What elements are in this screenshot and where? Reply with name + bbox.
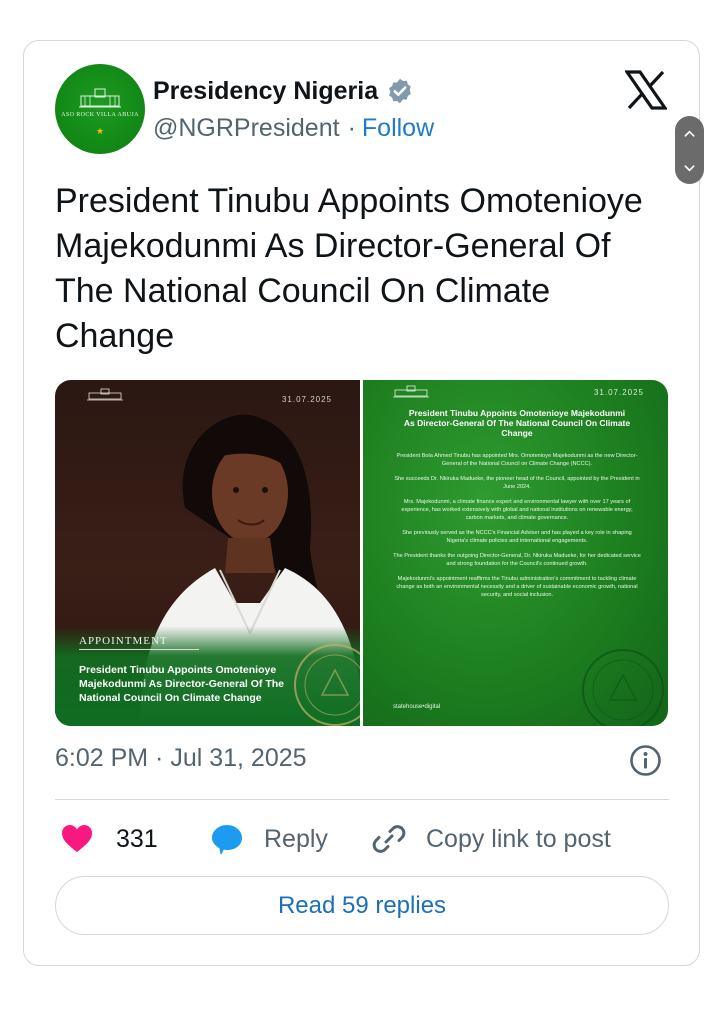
tweet-media[interactable]: 31.07.2025 APPOINTMENT President Tinubu … [55, 380, 668, 726]
appointment-label: APPOINTMENT [79, 635, 168, 647]
tweet-card: ASO ROCK VILLA ABUJA ★ Presidency Nigeri… [23, 40, 704, 966]
like-button[interactable]: 331 [60, 819, 158, 859]
section-divider [55, 799, 669, 800]
media-image-portrait[interactable]: 31.07.2025 APPOINTMENT President Tinubu … [55, 380, 360, 726]
link-icon [372, 825, 406, 853]
federal-seal-icon [294, 644, 360, 726]
separator-dot: · [347, 114, 356, 142]
statehouse-logo-icon [393, 385, 429, 398]
info-icon[interactable] [629, 744, 662, 777]
appointment-divider [79, 649, 199, 650]
read-replies-button[interactable]: Read 59 replies [55, 876, 669, 935]
statement-paragraph: Mrs. Majekodunmi, a climate finance expe… [401, 499, 633, 521]
copy-link-label: Copy link to post [426, 824, 611, 853]
action-bar: 331 Reply Copy link to post [60, 819, 660, 859]
account-name[interactable]: Presidency Nigeria [153, 77, 378, 106]
heart-icon [62, 825, 92, 852]
profile-avatar[interactable]: ASO ROCK VILLA ABUJA ★ [55, 64, 145, 154]
chevron-up-icon[interactable] [683, 127, 696, 140]
statement-paragraph: President Bola Ahmed Tinubu has appointe… [396, 453, 638, 467]
statement-headline: President Tinubu Appoints Omotenioye Maj… [403, 408, 631, 438]
account-handle[interactable]: @NGRPresident [153, 114, 340, 143]
media-image-statement[interactable]: 31.07.2025 President Tinubu Appoints Omo… [363, 380, 668, 726]
avatar-caption: ASO ROCK VILLA ABUJA [61, 112, 139, 118]
federal-seal-icon [582, 649, 664, 726]
speech-bubble-icon [212, 825, 242, 855]
follow-link[interactable]: Follow [362, 114, 434, 143]
statement-body: President Bola Ahmed Tinubu has appointe… [393, 452, 641, 606]
reply-button[interactable]: Reply [210, 819, 328, 859]
x-logo-icon[interactable] [625, 70, 667, 110]
statement-paragraph: The President thanks the outgoing Direct… [393, 553, 641, 567]
scroll-control[interactable] [675, 116, 704, 184]
copy-link-button[interactable]: Copy link to post [372, 819, 611, 859]
verified-badge-icon [389, 78, 411, 104]
reply-label: Reply [264, 824, 328, 853]
statement-footer: statehouse•digital [393, 704, 441, 710]
tweet-timestamp[interactable]: 6:02 PM · Jul 31, 2025 [55, 744, 307, 773]
account-handle-row: @NGRPresident · Follow [153, 114, 434, 143]
star-icon: ★ [95, 126, 105, 136]
account-name-row: Presidency Nigeria [153, 74, 414, 108]
statement-date: 31.07.2025 [593, 388, 644, 397]
statement-paragraph: Majekodunmi's appointment reaffirms the … [396, 576, 638, 598]
like-count: 331 [116, 824, 158, 853]
aso-rock-emblem-icon [79, 88, 121, 108]
chevron-down-icon[interactable] [683, 162, 696, 175]
tweet-text: President Tinubu Appoints Omotenioye Maj… [55, 182, 643, 355]
image-title: President Tinubu Appoints Omotenioye Maj… [79, 664, 284, 704]
statement-paragraph: She previously served as the NCCC's Fina… [402, 530, 632, 544]
statement-paragraph: She succeeds Dr. Nkiruka Madueke, the pi… [394, 476, 640, 490]
